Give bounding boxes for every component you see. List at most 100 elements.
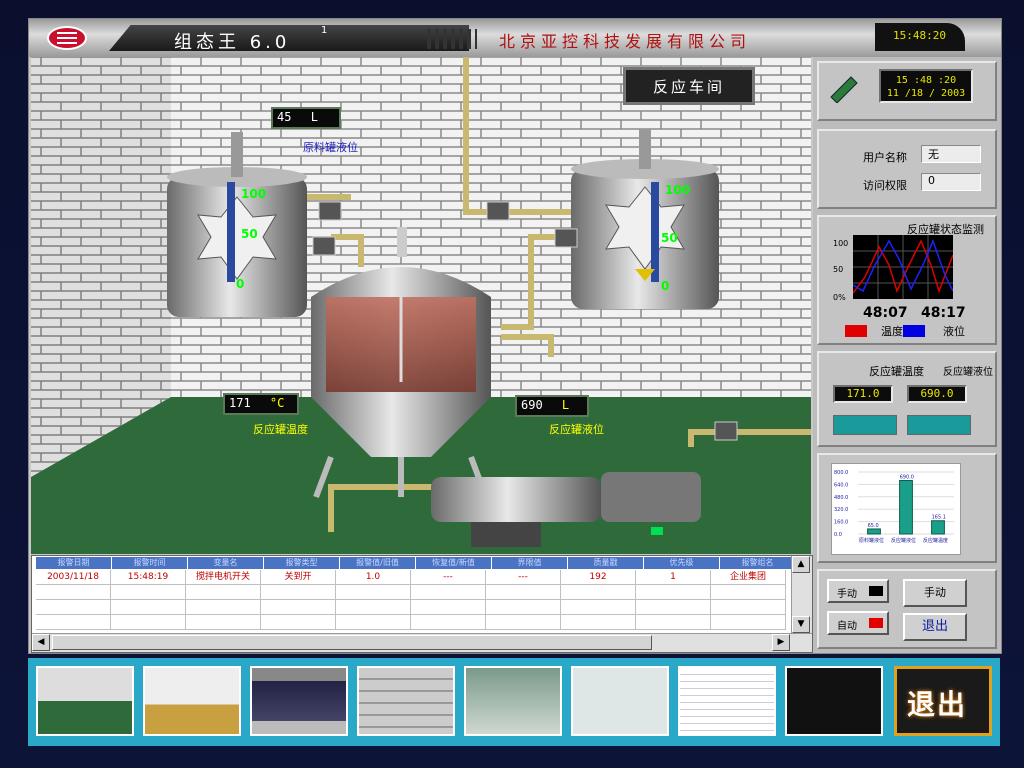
trend-time-start: 48:07 [863,305,908,321]
process-scene: 反应车间 45 L 原料罐液位 100 50 0 100 50 0 171 °C… [31,57,811,554]
app-title: 组态王 6.0 [174,32,291,53]
table-row[interactable] [36,600,786,615]
bar-chart-category-label: 反应罐液位 [891,537,916,544]
temp-legend-label: 温度 [881,325,903,338]
table-cell [636,615,711,630]
table-cell [36,600,111,615]
raw-tank-level-label: 原料罐液位 [303,141,358,154]
thumbnail-3[interactable] [250,666,348,736]
trend-box: 反应罐状态监测 100 50 0% 48:07 48:17 温度 液位 [817,215,997,345]
horizontal-scrollbar[interactable]: ◀ ▶ [32,633,812,652]
title-bar: 组态王 6.0 1 北京亚控科技发展有限公司 15:48:20 [29,19,1001,57]
reactor-level-label: 反应罐液位 [549,423,604,436]
thumbnail-2[interactable] [143,666,241,736]
workshop-title: 反应车间 [623,67,755,105]
bar-chart-value-label: 165.1 [932,515,946,521]
vertical-scrollbar[interactable]: ▲ ▼ [791,556,812,634]
bar-chart-category-label: 原料罐液位 [859,537,884,544]
manual-button[interactable]: 手动 [903,579,967,607]
table-cell: 企业集团 [711,570,786,585]
thumbnail-8[interactable] [785,666,883,736]
table-cell [636,600,711,615]
bar-chart-value-label: 65.0 [868,523,879,529]
bar-chart-ytick: 640.0 [834,482,848,488]
control-box: 手动 自动 手动 退出 [817,569,997,649]
scroll-right-icon[interactable]: ▶ [772,634,790,651]
right-gauge-mid: 50 [661,231,678,245]
company-name: 北京亚控科技发展有限公司 [499,32,752,51]
table-cell [411,585,486,600]
table-cell [261,615,336,630]
pump-motor [431,477,601,522]
table-header-cell: 报警时间 [112,557,188,569]
access-level-label: 访问权限 [863,179,907,192]
hmi-window: 组态王 6.0 1 北京亚控科技发展有限公司 15:48:20 反应车间 45 … [28,18,1002,654]
exit-button[interactable]: 退出 [903,613,967,641]
table-cell [411,600,486,615]
trend-time-end: 48:17 [921,305,966,321]
auto-indicator[interactable]: 自动 [827,611,889,635]
table-cell: 192 [561,570,636,585]
table-cell: 2003/11/18 [36,570,111,585]
table-cell [186,600,261,615]
table-cell: 1.0 [336,570,411,585]
trend-y-mid: 50 [833,265,844,274]
panel-clock: 15 :48 :20 11 /18 / 2003 [879,69,973,103]
thumbnail-5[interactable] [464,666,562,736]
right-gauge-top: 100 [665,183,691,197]
alarm-table-header: 报警日期 报警时间 变量名 报警类型 报警值/旧值 恢复值/新值 界限值 质量戳 优先级 报警组名 [36,557,796,569]
panel-clock-time: 15 :48 :20 [895,75,957,86]
title-clock: 15:48:20 [875,23,965,51]
table-cell [111,585,186,600]
table-cell [36,585,111,600]
table-cell [111,600,186,615]
reactor-temp-unit: °C [269,396,285,410]
level-legend-swatch [903,325,925,337]
panel-clock-date: 11 /18 / 2003 [886,88,966,99]
scroll-left-icon[interactable]: ◀ [32,634,50,651]
manual-indicator[interactable]: 手动 [827,579,889,603]
temp-legend-swatch [845,325,867,337]
table-header-cell: 报警日期 [36,557,112,569]
user-info-box: 用户名称 无 访问权限 0 [817,129,997,209]
exit-thumbnail-label: 退出 [907,688,968,721]
table-row[interactable] [36,615,786,630]
alarm-table: 报警日期 报警时间 变量名 报警类型 报警值/旧值 恢复值/新值 界限值 质量戳 优先级 报警组名… [31,555,813,653]
table-cell: --- [486,570,561,585]
table-row[interactable] [36,585,786,600]
scroll-down-icon[interactable]: ▼ [792,616,810,633]
table-cell [711,600,786,615]
table-cell [711,615,786,630]
table-cell [261,585,336,600]
reactor-level-value: 690 [521,398,543,412]
thumbnail-7[interactable] [678,666,776,736]
thumbnail-4[interactable] [357,666,455,736]
scene-graphics [31,57,811,554]
bar-chart-ytick: 0.0 [834,532,842,538]
table-header-cell: 报警类型 [264,557,340,569]
bar-chart-value-label: 690.0 [900,475,914,481]
table-cell [486,585,561,600]
thumbnail-1[interactable] [36,666,134,736]
table-cell [561,615,636,630]
table-row[interactable]: 2003/11/18 15:48:19 搅拌电机开关 关到开 1.0 --- --- 192 1… [36,570,786,585]
table-cell [36,615,111,630]
user-name-field: 无 [921,145,981,163]
temp-readout-value: 171.0 [833,385,893,403]
level-indicator-bar [907,415,971,435]
exit-thumbnail[interactable]: 退出 [894,666,992,736]
bar-chart: 800.0 640.0 480.0 320.0 160.0 0.0 65.0 原料罐液位 690… [831,463,961,555]
thumbnail-6[interactable] [571,666,669,736]
table-header-cell: 恢复值/新值 [416,557,492,569]
table-cell [336,585,411,600]
table-cell [336,615,411,630]
level-readout-label: 反应罐液位 [943,367,993,378]
reactor-level-unit: L [561,398,570,412]
bar-chart-box: 800.0 640.0 480.0 320.0 160.0 0.0 65.0 原料罐液位 690… [817,453,997,563]
raw-tank-level-unit: L [310,110,318,124]
bar-chart-ytick: 320.0 [834,507,848,513]
right-panel: 15 :48 :20 11 /18 / 2003 用户名称 无 访问权限 0 反… [813,57,1001,653]
manual-indicator-label: 手动 [837,589,857,600]
horizontal-scroll-thumb[interactable] [52,635,652,650]
scroll-up-icon[interactable]: ▲ [792,556,810,573]
